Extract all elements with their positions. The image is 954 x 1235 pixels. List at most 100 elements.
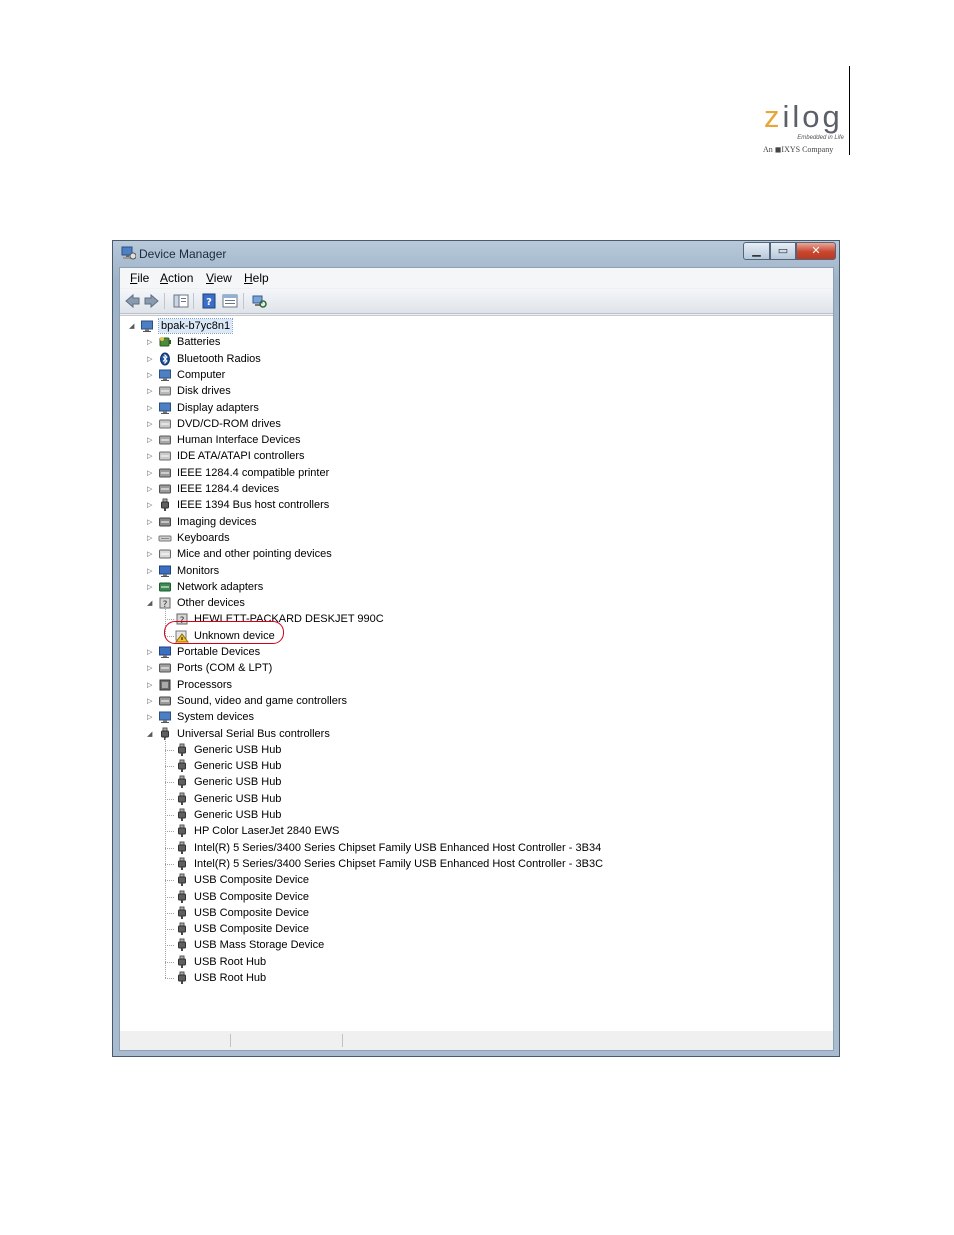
tree-item-label: Monitors	[177, 564, 220, 577]
bluetooth-icon	[160, 352, 170, 366]
scan-hardware-icon[interactable]	[251, 293, 267, 309]
expand-arrow-icon[interactable]: ▷	[147, 681, 154, 689]
menu-file[interactable]: File	[130, 271, 149, 285]
system-device-icon	[159, 711, 171, 724]
expand-arrow-icon[interactable]: ▷	[147, 355, 154, 363]
tree-device[interactable]: USB Mass Storage Device	[175, 937, 835, 953]
expand-arrow-icon[interactable]: ▷	[147, 452, 154, 460]
tree-category[interactable]: ▷ IDE ATA/ATAPI controllers	[147, 448, 818, 464]
processor-icon	[159, 679, 171, 691]
tree-device[interactable]: USB Root Hub	[175, 970, 835, 986]
expand-arrow-icon[interactable]: ▷	[147, 469, 154, 477]
tree-device[interactable]: Generic USB Hub	[175, 742, 835, 758]
expand-arrow-icon[interactable]: ▷	[147, 534, 154, 542]
show-hide-console-tree-icon[interactable]	[173, 293, 189, 309]
expand-arrow-icon[interactable]: ▷	[147, 420, 154, 428]
tree-category[interactable]: ▷ IEEE 1284.4 compatible printer	[147, 465, 818, 481]
help-icon[interactable]: ?	[202, 293, 216, 309]
tree-category[interactable]: ▷ Imaging devices	[147, 514, 818, 530]
tree-item-label: System devices	[177, 711, 255, 724]
tree-category[interactable]: ▷ Computer	[147, 367, 818, 383]
expand-arrow-icon[interactable]: ▷	[147, 501, 154, 509]
properties-icon[interactable]	[222, 293, 238, 309]
toolbar-separator	[164, 293, 165, 309]
tree-category[interactable]: ◢ Universal Serial Bus controllers	[147, 726, 818, 742]
tree-category[interactable]: ▷ DVD/CD-ROM drives	[147, 416, 818, 432]
expand-arrow-icon[interactable]: ▷	[147, 518, 154, 526]
tree-device[interactable]: USB Composite Device	[175, 872, 835, 888]
tree-item-label: Display adapters	[177, 401, 259, 414]
tree-category[interactable]: ▷ Mice and other pointing devices	[147, 546, 818, 562]
tree-category[interactable]: ▷ IEEE 1394 Bus host controllers	[147, 497, 818, 513]
collapse-arrow-icon[interactable]: ◢	[147, 730, 154, 738]
tree-category[interactable]: ▷ Network adapters	[147, 579, 818, 595]
tree-device[interactable]: USB Root Hub	[175, 954, 835, 970]
expand-arrow-icon[interactable]: ▷	[147, 387, 154, 395]
tree-root[interactable]: ◢ bpak-b7yc8n1	[129, 318, 800, 334]
maximize-button[interactable]: ▭	[770, 242, 796, 260]
tree-category[interactable]: ▷ Disk drives	[147, 383, 818, 399]
minimize-button[interactable]: ▁	[743, 242, 770, 260]
printer-icon	[159, 484, 171, 494]
menu-view[interactable]: View	[206, 271, 232, 285]
tree-device[interactable]: Generic USB Hub	[175, 758, 835, 774]
tree-category[interactable]: ▷ Human Interface Devices	[147, 432, 818, 448]
tree-device[interactable]: USB Composite Device	[175, 905, 835, 921]
tree-device[interactable]: USB Composite Device	[175, 921, 835, 937]
tree-item-label: Generic USB Hub	[194, 743, 282, 756]
tree-category[interactable]: ▷ Keyboards	[147, 530, 818, 546]
tree-device[interactable]: Generic USB Hub	[175, 774, 835, 790]
expand-arrow-icon[interactable]: ▷	[147, 338, 154, 346]
title-bar[interactable]: Device Manager ▁ ▭ ✕	[113, 241, 839, 267]
tree-category[interactable]: ▷ System devices	[147, 709, 818, 725]
collapse-arrow-icon[interactable]: ◢	[147, 599, 154, 607]
expand-arrow-icon[interactable]: ▷	[147, 485, 154, 493]
tree-category[interactable]: ◢? Other devices	[147, 595, 818, 611]
tree-category[interactable]: ▷ Batteries	[147, 334, 818, 350]
device-tree[interactable]: ◢ bpak-b7yc8n1 ▷ Batteries ▷ Bluetooth Radios…	[120, 315, 833, 1033]
expand-arrow-icon[interactable]: ▷	[147, 436, 154, 444]
expand-arrow-icon[interactable]: ▷	[147, 550, 154, 558]
tree-category[interactable]: ▷ Display adapters	[147, 400, 818, 416]
tree-item-label: USB Mass Storage Device	[194, 939, 325, 952]
expand-arrow-icon[interactable]: ▷	[147, 371, 154, 379]
usb-plug-icon	[178, 857, 186, 870]
tree-item-label: Other devices	[177, 597, 245, 610]
tree-device[interactable]: USB Composite Device	[175, 889, 835, 905]
forward-arrow-icon[interactable]	[144, 293, 160, 309]
back-arrow-icon[interactable]	[124, 293, 140, 309]
expand-arrow-icon[interactable]: ▷	[147, 648, 154, 656]
collapse-arrow-icon[interactable]: ◢	[129, 322, 136, 330]
tree-category[interactable]: ▷ Bluetooth Radios	[147, 351, 818, 367]
tree-device[interactable]: Generic USB Hub	[175, 807, 835, 823]
tree-category[interactable]: ▷ Sound, video and game controllers	[147, 693, 818, 709]
expand-arrow-icon[interactable]: ▷	[147, 583, 154, 591]
tree-category[interactable]: ▷ Portable Devices	[147, 644, 818, 660]
zilog-logo: zilog Embedded in Life An ◼IXYS Company	[756, 100, 848, 160]
tree-category[interactable]: ▷ Ports (COM & LPT)	[147, 660, 818, 676]
tree-item-label: USB Root Hub	[194, 972, 267, 984]
tree-category[interactable]: ▷ Monitors	[147, 563, 818, 579]
expand-arrow-icon[interactable]: ▷	[147, 697, 154, 705]
tree-device[interactable]: HP Color LaserJet 2840 EWS	[175, 823, 835, 839]
expand-arrow-icon[interactable]: ▷	[147, 567, 154, 575]
svg-text:?: ?	[206, 297, 212, 308]
usb-plug-icon	[178, 971, 186, 984]
menu-help[interactable]: Help	[244, 271, 269, 285]
tree-item-label: Portable Devices	[177, 646, 261, 658]
battery-icon	[159, 337, 171, 347]
tree-category[interactable]: ▷ Processors	[147, 677, 818, 693]
expand-arrow-icon[interactable]: ▷	[147, 713, 154, 721]
tree-device[interactable]: Generic USB Hub	[175, 791, 835, 807]
tree-device[interactable]: Intel(R) 5 Series/3400 Series Chipset Fa…	[175, 856, 835, 872]
tree-item-label: Imaging devices	[177, 515, 257, 528]
tree-device[interactable]: Intel(R) 5 Series/3400 Series Chipset Fa…	[175, 840, 835, 856]
expand-arrow-icon[interactable]: ▷	[147, 404, 154, 412]
tree-guide-line	[165, 912, 174, 914]
port-icon	[159, 663, 171, 673]
close-button[interactable]: ✕	[796, 242, 836, 260]
expand-arrow-icon[interactable]: ▷	[147, 664, 154, 672]
mouse-icon	[159, 549, 171, 559]
menu-action[interactable]: Action	[160, 271, 193, 285]
tree-category[interactable]: ▷ IEEE 1284.4 devices	[147, 481, 818, 497]
